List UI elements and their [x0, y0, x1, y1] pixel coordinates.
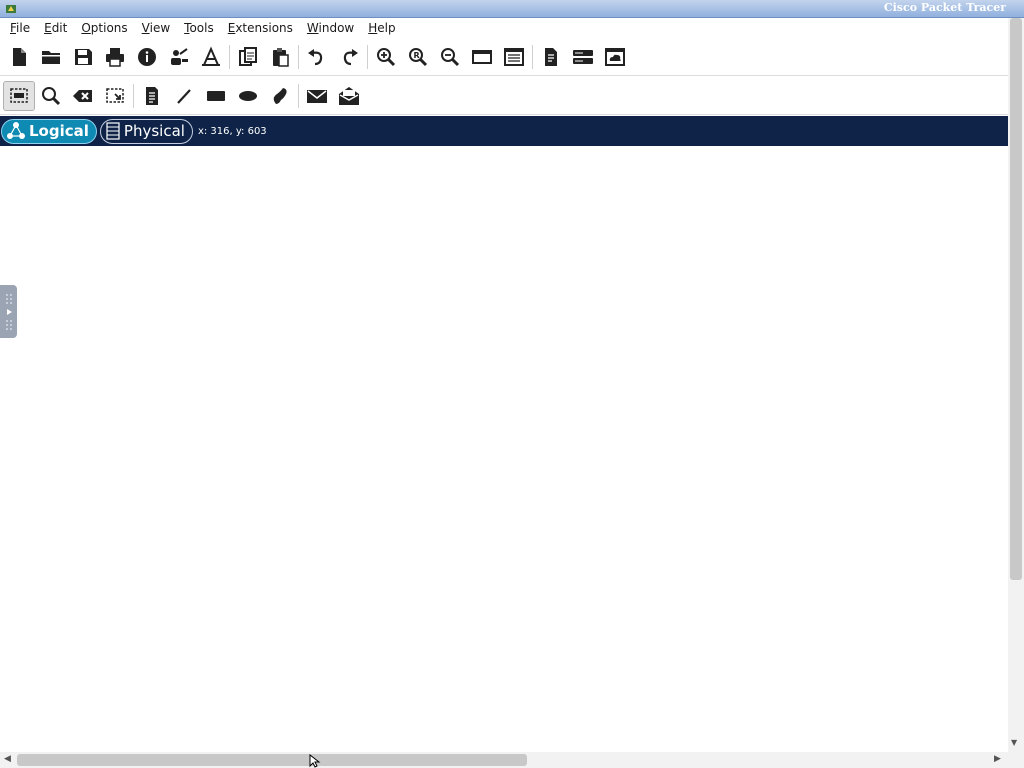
physical-rack-icon [106, 122, 120, 140]
menu-view[interactable]: View [135, 18, 177, 38]
main-toolbar: R [0, 38, 1008, 76]
zoom-in-icon[interactable] [370, 42, 402, 72]
menu-tools[interactable]: Tools [177, 18, 221, 38]
delete-icon[interactable] [67, 81, 99, 111]
menu-window[interactable]: Window [300, 18, 361, 38]
scroll-down-arrow-icon[interactable]: ▼ [1011, 738, 1017, 747]
tab-logical-label: Logical [29, 122, 89, 140]
tab-logical[interactable]: Logical [1, 118, 97, 144]
new-file-icon[interactable] [3, 42, 35, 72]
workspace-mode-bar: Logical Physical x: 316, y: 603 [0, 116, 1008, 146]
toolbar-separator [298, 44, 299, 69]
title-bar: Cisco Packet Tracer [0, 0, 1024, 18]
svg-text:R: R [414, 51, 420, 60]
scroll-left-arrow-icon[interactable]: ◀ [4, 754, 11, 764]
copy-icon[interactable] [232, 42, 264, 72]
toolbar-separator [532, 44, 533, 69]
menu-edit[interactable]: Edit [37, 18, 74, 38]
redo-icon[interactable] [333, 42, 365, 72]
menu-bar: File Edit Options View Tools Extensions … [0, 18, 1008, 38]
menu-options[interactable]: Options [74, 18, 134, 38]
horizontal-scrollbar[interactable]: ◀ ▶ [0, 752, 1008, 768]
paste-icon[interactable] [264, 42, 296, 72]
draw-line-icon[interactable] [168, 81, 200, 111]
drawing-toolbar [0, 77, 1008, 115]
scrollbar-corner [1008, 752, 1024, 768]
undo-icon[interactable] [301, 42, 333, 72]
device-panel-toggle-handle[interactable] [0, 285, 17, 338]
toolbar-separator [298, 83, 299, 108]
vertical-scroll-thumb[interactable] [1010, 18, 1022, 580]
print-icon[interactable] [99, 42, 131, 72]
viewport-icon[interactable] [535, 42, 567, 72]
add-complex-pdu-icon[interactable] [333, 81, 365, 111]
open-folder-icon[interactable] [35, 42, 67, 72]
scroll-right-arrow-icon[interactable]: ▶ [994, 754, 1001, 764]
draw-rectangle-icon[interactable] [200, 81, 232, 111]
tab-physical[interactable]: Physical [99, 118, 193, 144]
menu-help[interactable]: Help [361, 18, 402, 38]
zoom-reset-icon[interactable]: R [402, 42, 434, 72]
cloud-icon[interactable] [599, 42, 631, 72]
menu-file[interactable]: File [3, 18, 37, 38]
expand-arrow-icon [5, 293, 12, 330]
select-icon[interactable] [3, 80, 35, 111]
place-note-icon[interactable] [136, 81, 168, 111]
draw-ellipse-icon[interactable] [232, 81, 264, 111]
menu-extensions[interactable]: Extensions [221, 18, 300, 38]
logical-workspace-canvas[interactable] [0, 146, 1008, 752]
window-title: Cisco Packet Tracer [883, 1, 1006, 14]
zoom-out-icon[interactable] [434, 42, 466, 72]
cursor-coordinates: x: 316, y: 603 [197, 125, 267, 137]
info-icon[interactable] [131, 42, 163, 72]
horizontal-scroll-thumb[interactable] [17, 754, 527, 766]
save-icon[interactable] [67, 42, 99, 72]
network-activity-wizard-icon[interactable] [163, 42, 195, 72]
inspect-icon[interactable] [35, 81, 67, 111]
custom-devices-dialog-icon[interactable] [498, 42, 530, 72]
resize-shape-icon[interactable] [99, 81, 131, 111]
toolbar-separator [133, 83, 134, 108]
packet-tracer-app-icon[interactable] [4, 2, 18, 16]
toolbar-separator [229, 44, 230, 69]
drawing-palette-icon[interactable] [466, 42, 498, 72]
logical-topology-icon [7, 122, 25, 139]
device-panel-icon[interactable] [567, 42, 599, 72]
custom-device-icon[interactable] [195, 42, 227, 72]
mouse-pointer-icon [309, 754, 321, 768]
add-simple-pdu-icon[interactable] [301, 81, 333, 111]
vertical-scrollbar[interactable]: ▼ [1008, 18, 1024, 752]
freeform-icon[interactable] [264, 81, 296, 111]
toolbar-separator [367, 44, 368, 69]
tab-physical-label: Physical [123, 122, 185, 140]
